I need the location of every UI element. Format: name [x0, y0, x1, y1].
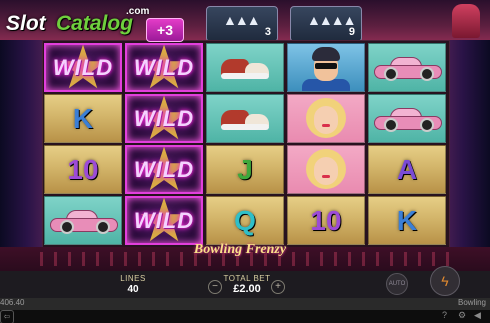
bet-decrease-button[interactable]: −	[208, 280, 222, 294]
total-bet-label: TOTAL BET	[223, 274, 271, 283]
symbol-q: Q	[206, 196, 284, 245]
pink-car-icon	[374, 104, 442, 134]
sound-icon[interactable]: ◀	[474, 310, 481, 321]
pink-car-icon	[374, 53, 442, 83]
symbol-shoes	[206, 43, 284, 92]
logo-com-text: .com	[126, 6, 150, 17]
bowling-pins-icon: ▲▲▲▲	[307, 12, 356, 28]
game-title-banner: Bowling Frenzy	[180, 242, 300, 264]
nav-bar	[0, 310, 490, 323]
symbol-10: 10	[287, 196, 365, 245]
reel-4: 10	[286, 41, 366, 248]
symbol-car	[368, 43, 446, 92]
reel-1: ★ WILD K 10	[43, 41, 123, 248]
pin-counter-value: 3	[264, 26, 271, 38]
bowling-pins-icon: ▲▲▲	[223, 12, 261, 28]
man-with-sunglasses-icon	[296, 45, 356, 91]
autoplay-button[interactable]: AUTO	[386, 273, 408, 295]
help-icon[interactable]: ?	[442, 310, 447, 320]
logo-slot-text: Slot	[6, 12, 46, 35]
symbol-shoes	[206, 94, 284, 143]
pin-counter-1: ▲▲▲ 3	[206, 6, 278, 42]
symbol-car	[368, 94, 446, 143]
jukebox-icon	[452, 4, 480, 38]
bowling-shoes-icon	[217, 104, 273, 134]
right-backdrop	[444, 40, 490, 250]
pin-counter-2: ▲▲▲▲ 9	[290, 6, 362, 42]
pin-counter-value: 9	[348, 26, 355, 38]
exit-button[interactable]: ⇦	[0, 310, 14, 323]
symbol-wild: ★ WILD	[125, 43, 203, 92]
settings-icon[interactable]: ⚙	[458, 310, 466, 321]
bet-increase-button[interactable]: +	[271, 280, 285, 294]
symbol-wild: ★ WILD	[44, 43, 122, 92]
lines-value: 40	[127, 284, 139, 295]
blonde-woman-icon	[296, 96, 356, 142]
symbol-j: J	[206, 145, 284, 194]
bowling-shoes-icon	[217, 53, 273, 83]
symbol-wild: ★ WILD	[125, 94, 203, 143]
symbol-woman	[287, 145, 365, 194]
logo-catalog-text: Catalog	[56, 12, 134, 35]
reel-grid: ★ WILD K 10 ★ WILD ★ WILD ★ WILD ★ WILD …	[42, 40, 450, 249]
spin-button[interactable]: ϟ	[430, 266, 460, 296]
left-backdrop	[0, 40, 46, 250]
symbol-man	[287, 43, 365, 92]
balance-value: 406.40	[0, 298, 25, 307]
status-bar	[0, 298, 490, 310]
symbol-wild: ★ WILD	[125, 196, 203, 245]
symbol-10: 10	[44, 145, 122, 194]
symbol-woman	[287, 94, 365, 143]
symbol-k: K	[368, 196, 446, 245]
reel-2: ★ WILD ★ WILD ★ WILD ★ WILD	[124, 41, 204, 248]
symbol-k: K	[44, 94, 122, 143]
symbol-a: A	[368, 145, 446, 194]
lines-label: LINES	[120, 274, 146, 283]
total-bet-value: £2.00	[233, 283, 261, 295]
game-title: Bowling Frenzy	[193, 242, 287, 257]
blonde-woman-icon	[296, 147, 356, 193]
game-scene: ▲▲▲ 3 ▲▲▲▲ 9 Slot Catalog .com +3 ★ WILD…	[0, 0, 490, 323]
reel-5: A K	[367, 41, 447, 248]
game-name-label: Bowling	[457, 298, 486, 307]
symbol-wild: ★ WILD	[125, 145, 203, 194]
lightning-icon: ϟ	[441, 273, 449, 289]
symbol-car	[44, 196, 122, 245]
pink-car-icon	[50, 206, 118, 236]
reel-3: J Q	[205, 41, 285, 248]
multiplier-badge: +3	[146, 18, 184, 42]
